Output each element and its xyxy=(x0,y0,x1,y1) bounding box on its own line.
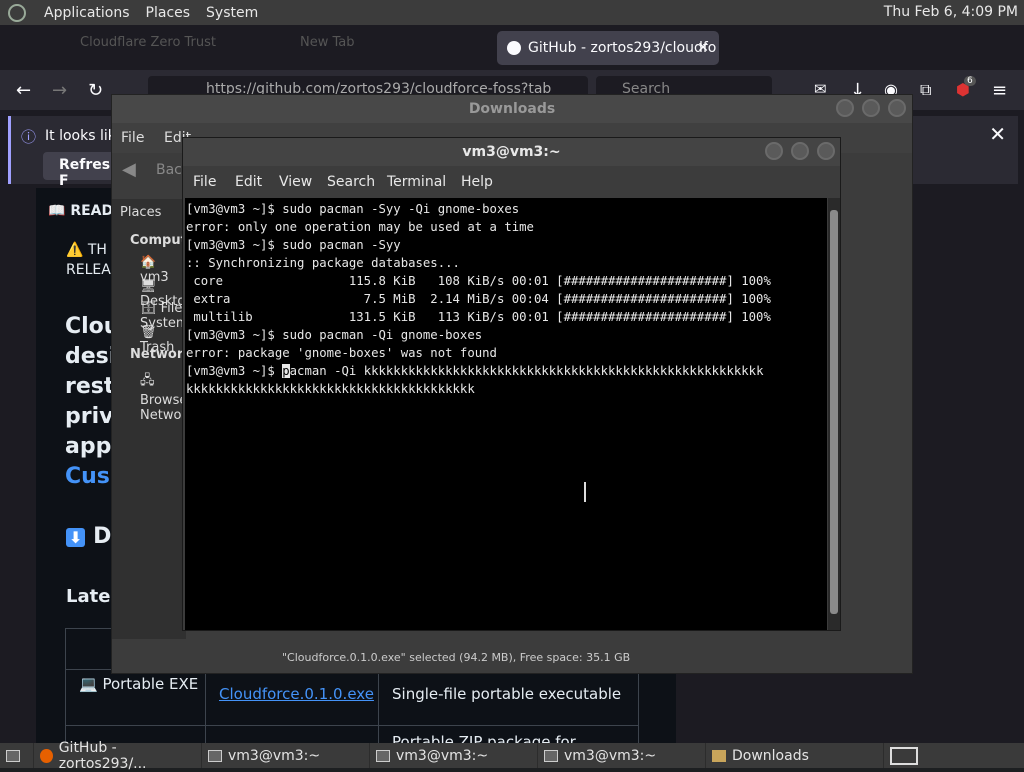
terminal-icon xyxy=(544,749,558,762)
terminal-current-line: [vm3@vm3 ~]$ pacman -Qi kkkkkkkkkkkkkkkk… xyxy=(186,364,764,378)
taskbar-item-firefox[interactable]: GitHub - zortos293/... xyxy=(34,740,202,772)
tab-github-label: GitHub - zortos293/cloudfo xyxy=(528,40,717,56)
download-arrow-icon: ⬇ xyxy=(66,528,86,547)
menu-applications[interactable]: Applications xyxy=(44,5,130,21)
close-button[interactable] xyxy=(888,99,906,117)
menu-icon[interactable]: ≡ xyxy=(992,80,1007,101)
terminal-menu-search[interactable]: Search xyxy=(327,174,375,190)
tab-ghost-2[interactable]: New Tab xyxy=(300,35,355,61)
tab-github[interactable]: GitHub - zortos293/cloudfo ✕ xyxy=(497,31,719,65)
distro-logo-icon[interactable] xyxy=(8,3,26,22)
close-tab-icon[interactable]: ✕ xyxy=(697,40,709,56)
extensions-icon[interactable]: ⧉ xyxy=(920,80,931,100)
info-icon: ⓘ xyxy=(21,128,37,146)
terminal-maximize-button[interactable] xyxy=(791,142,809,160)
terminal-menubar: File Edit View Search Terminal Help xyxy=(183,166,840,196)
exe-download-link[interactable]: Cloudforce.0.1.0.exe xyxy=(219,685,374,703)
terminal-menu-view[interactable]: View xyxy=(279,174,312,190)
taskbar-item-terminal-1[interactable]: vm3@vm3:~ xyxy=(202,743,370,768)
tab-ghost-1[interactable]: Cloudflare Zero Trust xyxy=(80,35,216,61)
taskbar-item-terminal-3[interactable]: vm3@vm3:~ xyxy=(538,743,706,768)
show-desktop-button[interactable] xyxy=(0,743,34,768)
terminal-line: core 115.8 KiB 108 KiB/s 00:01 [########… xyxy=(186,274,771,288)
menu-file[interactable]: File xyxy=(121,130,144,146)
terminal-line: extra 7.5 MiB 2.14 MiB/s 00:04 [########… xyxy=(186,292,771,306)
bottom-panel: GitHub - zortos293/... vm3@vm3:~ vm3@vm3… xyxy=(0,740,1024,772)
terminal-output[interactable]: [vm3@vm3 ~]$ sudo pacman -Syy -Qi gnome-… xyxy=(185,198,827,630)
workspace-switcher[interactable] xyxy=(884,743,924,768)
desktop-icon xyxy=(6,749,20,762)
terminal-line: [vm3@vm3 ~]$ sudo pacman -Qi gnome-boxes xyxy=(186,328,483,342)
forward-arrow-icon[interactable]: → xyxy=(52,80,67,101)
folder-icon xyxy=(712,749,726,762)
warning-text: ⚠️ TH RELEA xyxy=(66,242,111,278)
minimize-button[interactable] xyxy=(836,99,854,117)
top-panel: Applications Places System Thu Feb 6, 4:… xyxy=(0,0,1024,25)
terminal-line: [vm3@vm3 ~]$ sudo pacman -Syy xyxy=(186,238,401,252)
terminal-line-wrap: kkkkkkkkkkkkkkkkkkkkkkkkkkkkkkkkkkkkkkk xyxy=(186,382,475,396)
downloads-title[interactable]: Downloads xyxy=(112,95,912,123)
table-cell-type: 💻 Portable EXE xyxy=(79,675,199,693)
terminal-line: multilib 131.5 KiB 113 KiB/s 00:01 [####… xyxy=(186,310,771,324)
github-icon xyxy=(507,41,521,55)
terminal-menu-help[interactable]: Help xyxy=(461,174,493,190)
firefox-icon xyxy=(40,748,53,763)
downloads-status: "Cloudforce.0.1.0.exe" selected (94.2 MB… xyxy=(282,651,631,664)
terminal-close-button[interactable] xyxy=(817,142,835,160)
back-icon[interactable]: ◀ xyxy=(122,159,136,180)
ublock-badge: 6 xyxy=(964,76,976,86)
table-cell-desc: Single-file portable executable xyxy=(392,685,622,703)
terminal-window: vm3@vm3:~ File Edit View Search Terminal… xyxy=(182,137,841,631)
terminal-icon xyxy=(376,749,390,762)
taskbar-item-terminal-2[interactable]: vm3@vm3:~ xyxy=(370,743,538,768)
terminal-line: :: Synchronizing package databases... xyxy=(186,256,460,270)
terminal-title[interactable]: vm3@vm3:~ xyxy=(183,138,840,166)
text-cursor: p xyxy=(282,364,290,378)
mouse-ibeam-cursor xyxy=(584,482,590,502)
terminal-menu-edit[interactable]: Edit xyxy=(235,174,262,190)
readme-tab[interactable]: 📖 READ xyxy=(48,203,113,219)
scrollbar-thumb[interactable] xyxy=(830,210,838,614)
maximize-button[interactable] xyxy=(862,99,880,117)
terminal-line: error: package 'gnome-boxes' was not fou… xyxy=(186,346,497,360)
terminal-minimize-button[interactable] xyxy=(765,142,783,160)
terminal-menu-file[interactable]: File xyxy=(193,174,216,190)
menu-system[interactable]: System xyxy=(206,5,258,21)
reload-icon[interactable]: ↻ xyxy=(88,80,103,101)
download-heading: ⬇ D xyxy=(66,524,111,549)
close-infobar-icon[interactable]: ✕ xyxy=(989,122,1006,146)
back-arrow-icon[interactable]: ← xyxy=(16,80,31,101)
clock[interactable]: Thu Feb 6, 4:09 PM xyxy=(884,4,1018,20)
terminal-menu-terminal[interactable]: Terminal xyxy=(387,174,446,190)
places-header: Places xyxy=(120,205,162,220)
terminal-scrollbar[interactable] xyxy=(828,198,840,630)
terminal-line: error: only one operation may be used at… xyxy=(186,220,534,234)
menu-places[interactable]: Places xyxy=(146,5,191,21)
taskbar-item-downloads[interactable]: Downloads xyxy=(706,743,884,768)
places-sidebar: Places Computer 🏠 vm3 🖥 Desktop 🗄 File S… xyxy=(112,199,202,639)
terminal-line: [vm3@vm3 ~]$ sudo pacman -Syy -Qi gnome-… xyxy=(186,202,520,216)
terminal-icon xyxy=(208,749,222,762)
